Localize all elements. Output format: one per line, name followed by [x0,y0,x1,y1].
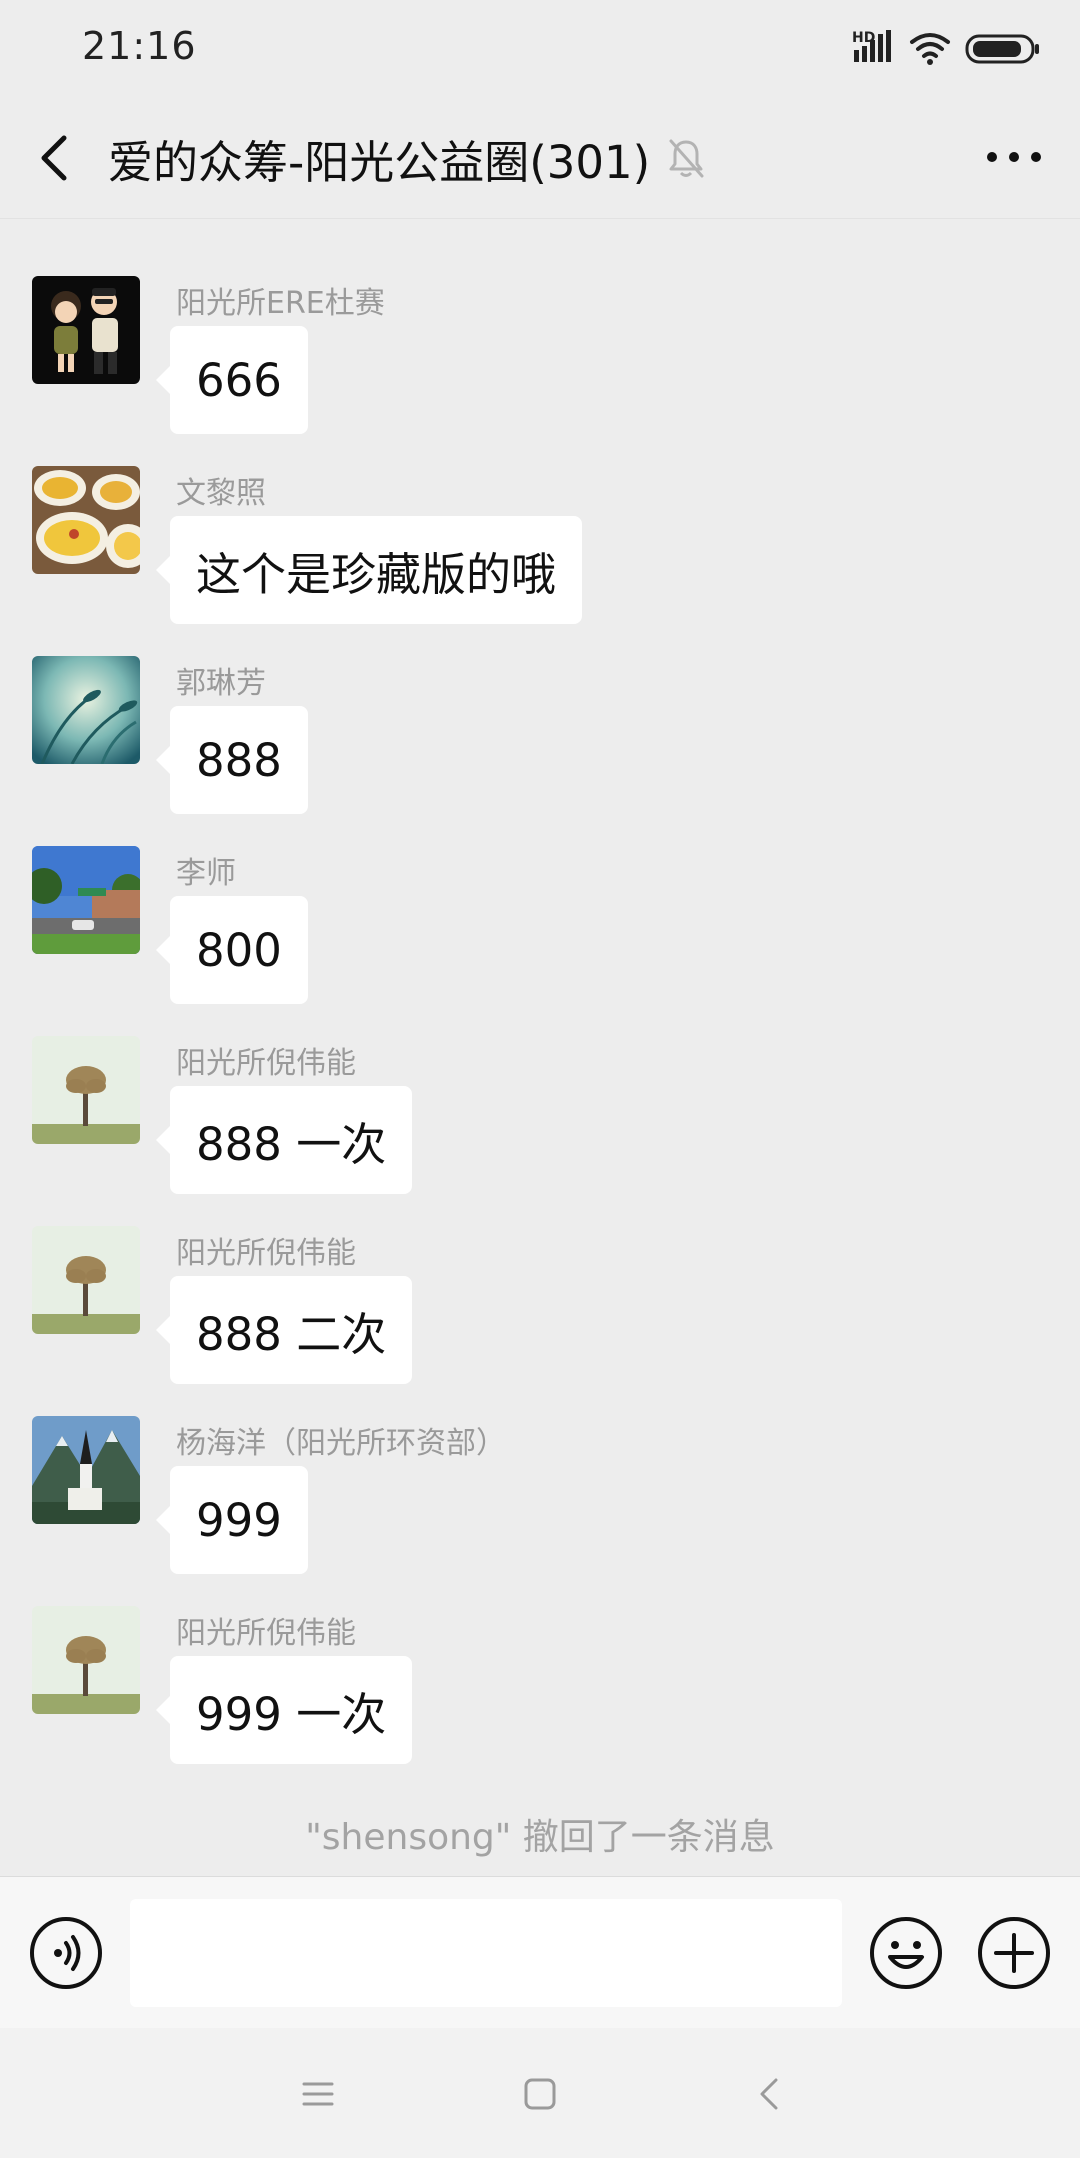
wifi-icon [910,33,950,65]
muted-indicator [666,136,706,180]
home-button[interactable] [518,2072,562,2116]
avatar[interactable] [32,1226,140,1334]
message-bubble[interactable]: 999 一次 [155,1656,413,1764]
message-item: 阳光所ERE杜赛 666 [0,218,1080,434]
more-button[interactable] [986,144,1042,170]
avatar-wheat-field [32,656,140,764]
avatar-lone-tree [32,1606,140,1714]
avatar[interactable] [32,276,140,384]
avatar[interactable] [32,656,140,764]
avatar[interactable] [32,1416,140,1524]
emoji-icon [870,1917,942,1989]
sender-name: 李师 [176,856,236,891]
message-item: 李师 800 [0,788,1080,1004]
message-item: 郭琳芳 888 [0,598,1080,814]
voice-icon [30,1917,102,1989]
back-button[interactable] [30,128,80,188]
voice-button[interactable] [28,1915,104,1991]
recent-apps-button[interactable] [296,2072,340,2116]
message-item: 阳光所倪伟能 999 一次 [0,1548,1080,1764]
sender-name: 郭琳芳 [176,666,266,701]
avatar[interactable] [32,1606,140,1714]
sender-name: 杨海洋（阳光所环资部） [176,1426,506,1461]
avatar-church-mountains [32,1416,140,1524]
emoji-button[interactable] [868,1915,944,1991]
chat-title: 爱的众筹-阳光公益圈(301) [108,136,651,189]
sender-name: 阳光所倪伟能 [176,1616,356,1651]
system-navigation-bar [0,2028,1080,2158]
menu-icon [302,2082,334,2106]
status-icons: HD [852,28,1042,68]
sender-name: 阳光所ERE杜赛 [176,286,385,321]
sender-name: 文黎照 [176,476,266,511]
more-horizontal-icon [987,152,1041,162]
avatar[interactable] [32,1036,140,1144]
message-item: 阳光所倪伟能 888 二次 [0,1168,1080,1384]
status-bar: 21:16 HD [0,0,1080,100]
message-input[interactable] [130,1899,842,2007]
avatar-illustration-couple [32,276,140,384]
input-bar [0,1876,1080,2029]
message-list[interactable]: 阳光所ERE杜赛 666 文黎照 这个是珍藏版的哦 郭琳芳 888 李师 800… [0,218,1080,1876]
avatar-lone-tree [32,1226,140,1334]
bell-off-icon [669,139,704,178]
plus-circle-icon [978,1917,1050,1989]
message-item: 阳光所倪伟能 888 一次 [0,978,1080,1194]
battery-icon [965,34,1039,64]
chevron-left-icon [41,135,67,181]
back-triangle-icon [760,2078,778,2110]
message-item: 文黎照 这个是珍藏版的哦 [0,408,1080,624]
avatar-street-view [32,846,140,954]
chat-header: 爱的众筹-阳光公益圈(301) [0,100,1080,219]
signal-icon: HD [852,30,891,62]
status-time: 21:16 [82,24,197,68]
sender-name: 阳光所倪伟能 [176,1236,356,1271]
system-recall-notice: "shensong" 撤回了一条消息 [305,1817,775,1858]
avatar-lone-tree [32,1036,140,1144]
more-functions-button[interactable] [976,1915,1052,1991]
system-back-button[interactable] [748,2072,792,2116]
home-square-icon [524,2078,556,2110]
avatar[interactable] [32,466,140,574]
message-item: 杨海洋（阳光所环资部） 999 [0,1358,1080,1574]
avatar-food-plates [32,466,140,574]
avatar[interactable] [32,846,140,954]
sender-name: 阳光所倪伟能 [176,1046,356,1081]
